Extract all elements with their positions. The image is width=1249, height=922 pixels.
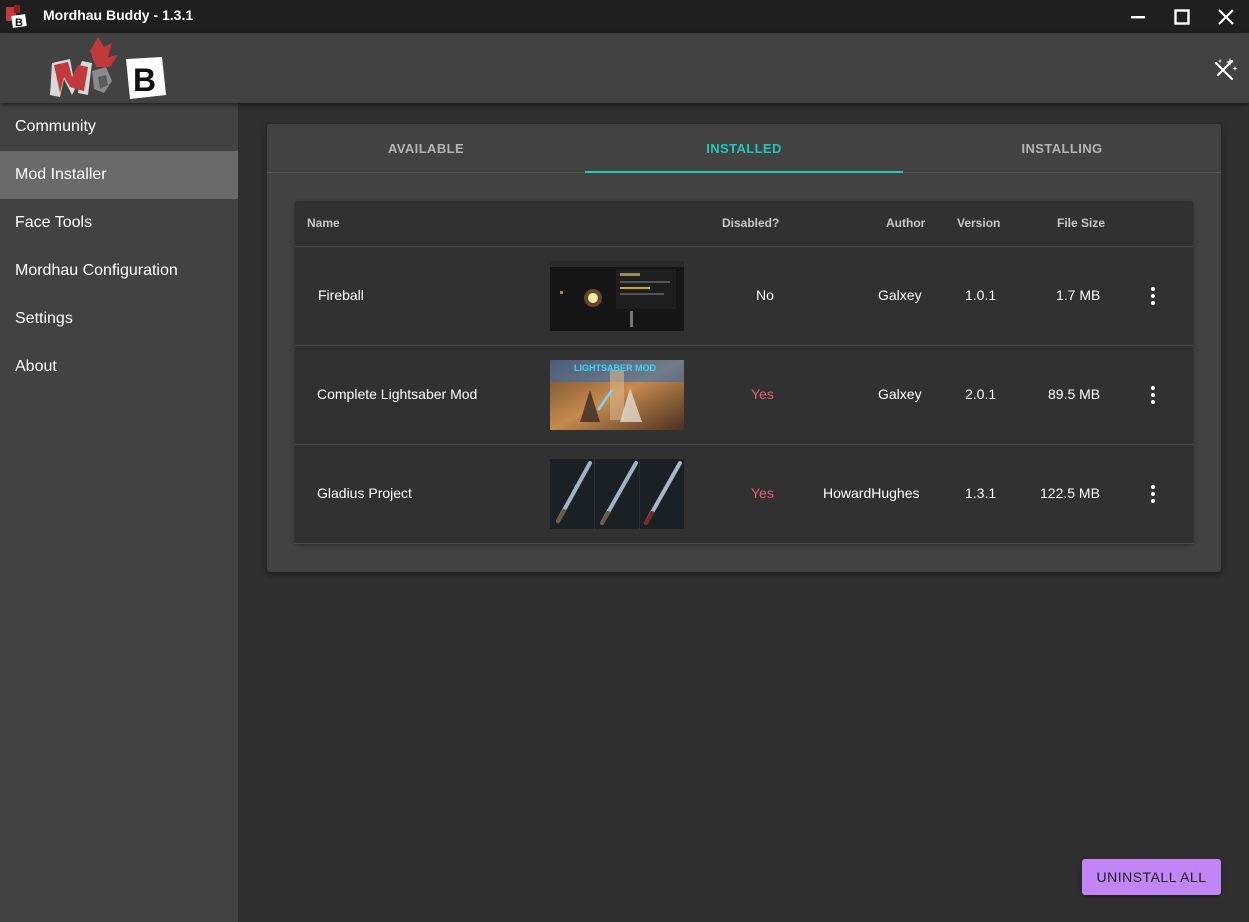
sidebar-item-community[interactable]: Community <box>0 103 238 151</box>
table-row[interactable]: Gladius Project Yes HowardHughes 1.3.1 1… <box>295 445 1193 544</box>
tab-installing[interactable]: INSTALLING <box>903 124 1221 172</box>
close-button[interactable] <box>1204 0 1248 33</box>
more-vert-icon <box>1151 287 1155 291</box>
tab-installed[interactable]: INSTALLED <box>585 124 903 173</box>
sidebar-item-face-tools[interactable]: Face Tools <box>0 199 238 247</box>
mod-author: Galxey <box>878 287 922 303</box>
more-vert-icon <box>1151 485 1155 489</box>
window-title: Mordhau Buddy - 1.3.1 <box>43 7 194 23</box>
uninstall-all-button[interactable]: UNINSTALL ALL <box>1082 859 1221 895</box>
maximize-button[interactable] <box>1160 0 1204 33</box>
mod-thumbnail <box>550 459 684 529</box>
minimize-button[interactable] <box>1116 0 1160 33</box>
mod-version: 2.0.1 <box>965 386 997 402</box>
row-menu-button[interactable] <box>1143 284 1163 308</box>
column-disabled[interactable]: Disabled? <box>722 216 779 230</box>
mod-disabled-status: Yes <box>751 386 774 402</box>
mod-thumbnail: LIGHTSABER MOD <box>550 360 684 430</box>
mod-version: 1.3.1 <box>965 485 997 501</box>
app-logo-icon: B <box>6 5 27 29</box>
sidebar-item-mordhau-configuration[interactable]: Mordhau Configuration <box>0 247 238 295</box>
installed-mods-table: Name Disabled? Author Version File Size … <box>295 201 1193 544</box>
column-file-size[interactable]: File Size <box>1057 216 1105 230</box>
thumbnail-text: LIGHTSABER MOD <box>574 363 656 373</box>
sidebar: Community Mod Installer Face Tools Mordh… <box>0 103 239 922</box>
mod-disabled-status: Yes <box>751 485 774 501</box>
theme-toggle-icon[interactable] <box>1212 55 1240 83</box>
tab-bar: AVAILABLE INSTALLED INSTALLING <box>267 124 1221 173</box>
table-row[interactable]: Fireball No Galxey 1.0.1 1.7 MB <box>295 247 1193 346</box>
mod-name: Gladius Project <box>317 485 412 501</box>
logo-letter: B <box>133 62 156 98</box>
mod-file-size: 122.5 MB <box>1040 485 1100 501</box>
mod-version: 1.0.1 <box>965 287 997 303</box>
sidebar-item-settings[interactable]: Settings <box>0 295 238 343</box>
sidebar-item-mod-installer[interactable]: Mod Installer <box>0 151 238 199</box>
title-bar: B Mordhau Buddy - 1.3.1 <box>0 0 1249 33</box>
tab-available[interactable]: AVAILABLE <box>267 124 585 172</box>
app-header: B <box>0 33 1249 103</box>
more-vert-icon <box>1151 386 1155 390</box>
mod-author: Galxey <box>878 386 922 402</box>
mod-name: Complete Lightsaber Mod <box>317 386 478 402</box>
mordhau-buddy-logo: B <box>50 37 166 99</box>
row-menu-button[interactable] <box>1143 482 1163 506</box>
minimize-icon <box>1131 15 1145 18</box>
close-icon <box>1218 8 1234 25</box>
mod-name: Fireball <box>318 287 364 303</box>
sidebar-item-about[interactable]: About <box>0 343 238 391</box>
maximize-icon <box>1174 8 1190 25</box>
table-header: Name Disabled? Author Version File Size <box>295 201 1193 247</box>
column-author[interactable]: Author <box>886 216 925 230</box>
mod-thumbnail <box>550 261 684 331</box>
svg-text:B: B <box>15 17 23 29</box>
mod-file-size: 89.5 MB <box>1048 386 1101 402</box>
mod-author: HowardHughes <box>823 485 920 501</box>
mod-disabled-status: No <box>756 287 774 303</box>
mod-installer-card: AVAILABLE INSTALLED INSTALLING Name Disa… <box>267 124 1221 572</box>
column-version[interactable]: Version <box>957 216 1000 230</box>
mod-file-size: 1.7 MB <box>1056 287 1101 303</box>
column-name[interactable]: Name <box>307 216 340 230</box>
row-menu-button[interactable] <box>1143 383 1163 407</box>
table-row[interactable]: Complete Lightsaber Mod LIGHTSABER MOD Y… <box>295 346 1193 445</box>
